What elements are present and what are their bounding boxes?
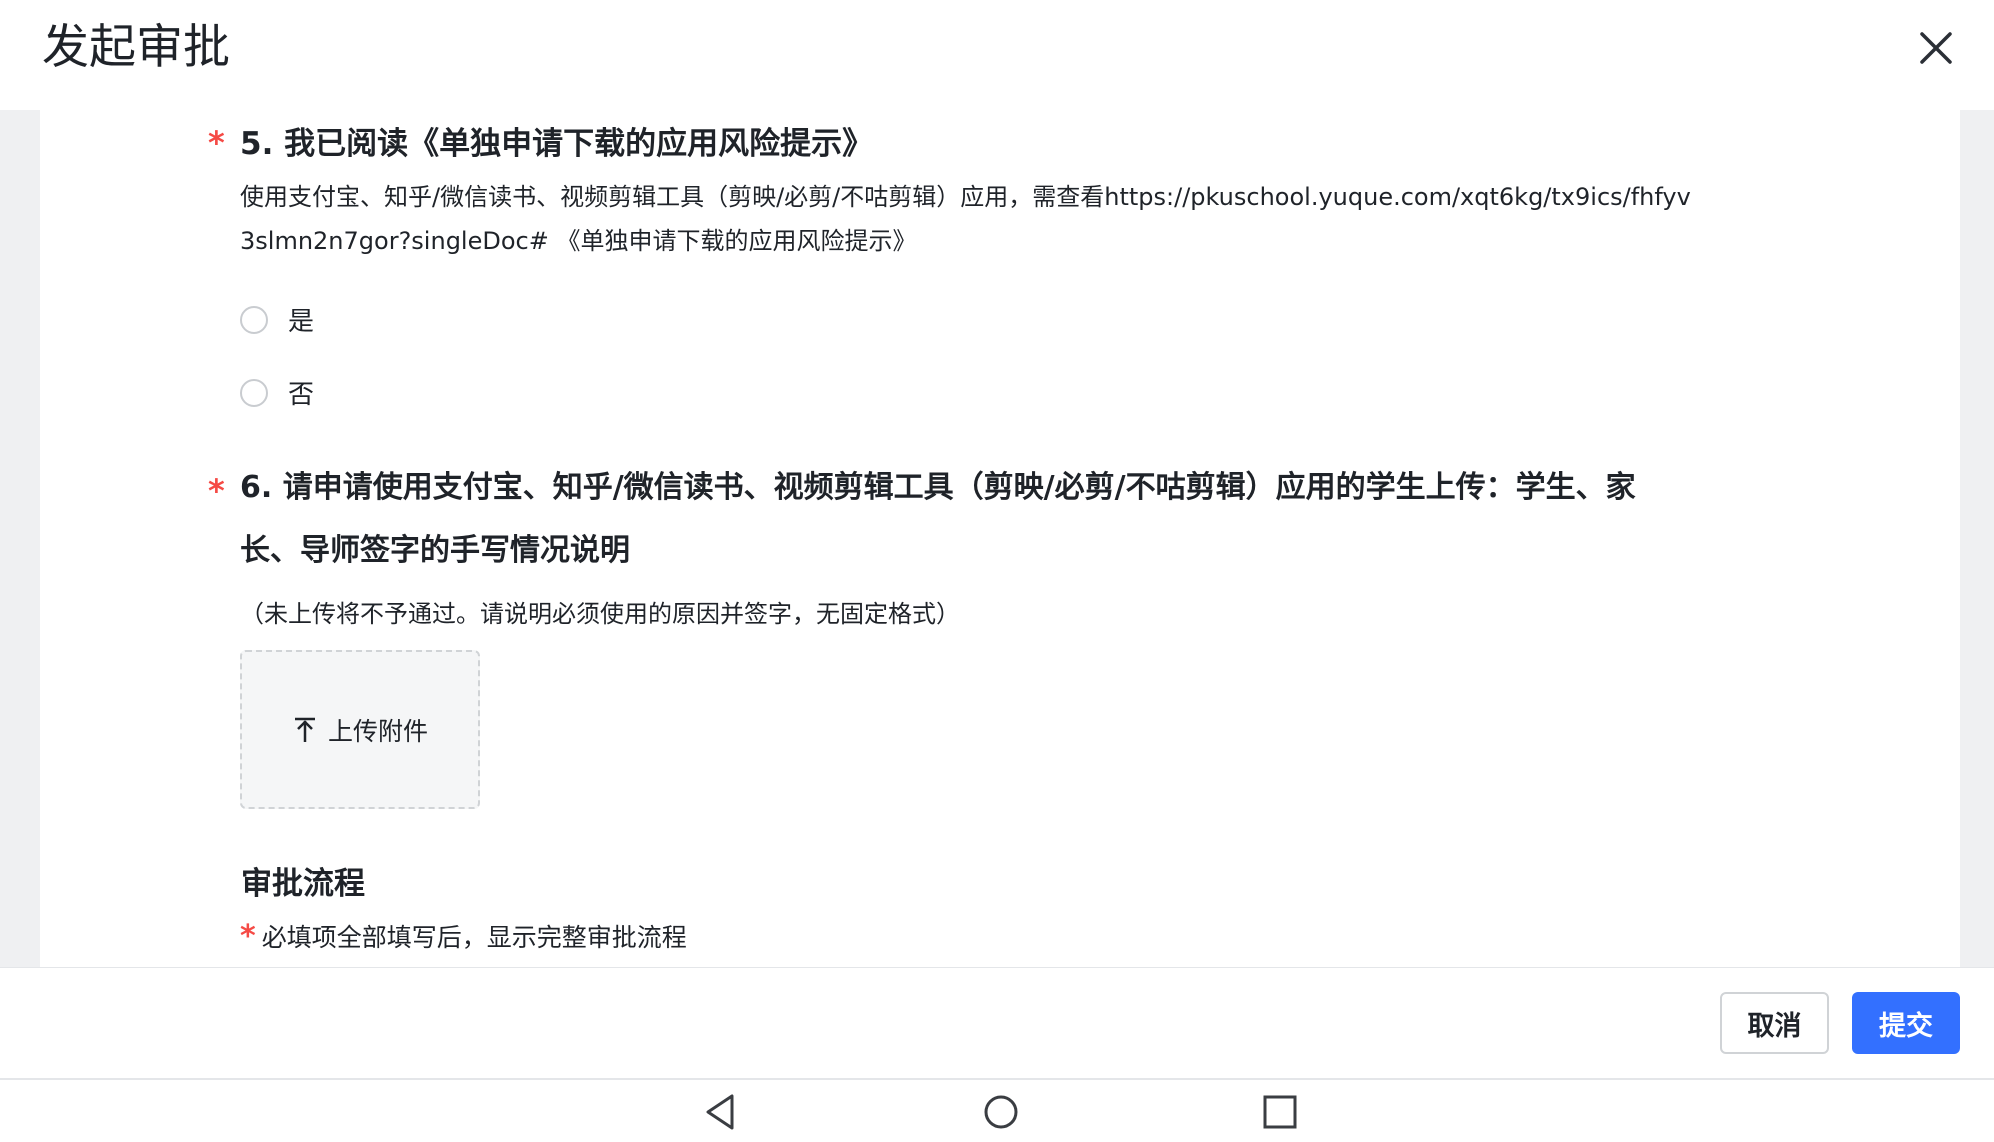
- approval-flow-note-text: 必填项全部填写后，显示完整审批流程: [261, 923, 687, 952]
- required-mark: *: [208, 472, 225, 510]
- dialog-header: 发起审批: [0, 0, 1994, 110]
- required-mark: *: [208, 124, 225, 162]
- recents-square-icon[interactable]: [1258, 1090, 1302, 1134]
- radio-label: 是: [288, 307, 315, 337]
- question-5-title: 5. 我已阅读《单独申请下载的应用风险提示》: [240, 126, 874, 162]
- approval-flow-note: * 必填项全部填写后，显示完整审批流程: [240, 918, 687, 954]
- question-6-title-line2: 长、导师签字的手写情况说明: [240, 533, 630, 568]
- approval-flow-title: 审批流程: [241, 866, 365, 902]
- cancel-button[interactable]: 取消: [1720, 992, 1829, 1054]
- upload-label: 上传附件: [327, 716, 428, 746]
- close-icon[interactable]: [1912, 24, 1960, 72]
- upload-arrow-icon: [294, 717, 315, 742]
- back-triangle-icon[interactable]: [700, 1090, 744, 1134]
- dialog-title: 发起审批: [42, 20, 230, 75]
- question-6-hint: （未上传将不予通过。请说明必须使用的原因并签字，无固定格式）: [240, 600, 960, 628]
- question-6-title-line1: 6. 请申请使用支付宝、知乎/微信读书、视频剪辑工具（剪映/必剪/不咕剪辑）应用…: [240, 470, 1636, 505]
- question-5-description-line1: 使用支付宝、知乎/微信读书、视频剪辑工具（剪映/必剪/不咕剪辑）应用，需查看ht…: [240, 183, 1691, 211]
- system-navigation-bar: [0, 1080, 1994, 1142]
- radio-circle[interactable]: [240, 305, 268, 334]
- dialog-footer: 取消 提交: [0, 967, 1994, 1080]
- radio-label: 否: [288, 380, 315, 410]
- radio-option-yes[interactable]: 是: [240, 301, 314, 338]
- home-circle-icon[interactable]: [979, 1090, 1023, 1134]
- question-5-description-line2: 3slmn2n7gor?singleDoc# 《单独申请下载的应用风险提示》: [240, 227, 917, 255]
- upload-attachment-button[interactable]: 上传附件: [240, 650, 480, 809]
- required-mark: *: [240, 919, 256, 954]
- submit-button[interactable]: 提交: [1852, 992, 1960, 1054]
- radio-option-no[interactable]: 否: [240, 374, 314, 411]
- radio-circle[interactable]: [240, 378, 268, 407]
